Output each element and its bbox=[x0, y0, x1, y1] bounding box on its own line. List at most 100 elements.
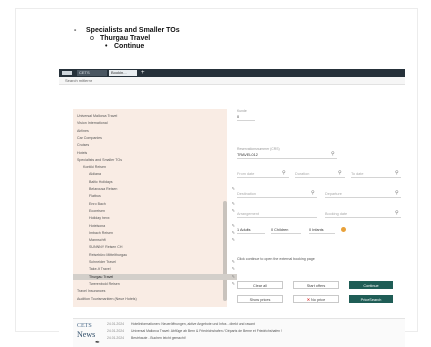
reservation-label: Reservationsnummer (CRS) bbox=[237, 147, 280, 151]
sidebar-item[interactable]: Specialists and Smaller TOs bbox=[73, 157, 225, 163]
edit-icon[interactable]: ✎ bbox=[232, 230, 235, 236]
customer-field[interactable]: 0 bbox=[237, 114, 255, 121]
clear-all-button[interactable]: Clear all bbox=[237, 281, 283, 289]
continue-button[interactable]: Continue bbox=[349, 281, 393, 289]
outline-level-3: Continue bbox=[74, 43, 180, 51]
children-field[interactable]: 0 Children bbox=[271, 227, 301, 234]
calendar-icon[interactable]: ⚲ bbox=[282, 170, 286, 176]
sidebar-item[interactable]: Schneider Travel ✎ bbox=[73, 259, 237, 265]
sidebar-item[interactable]: SUNNNY Reisen CH bbox=[73, 244, 237, 250]
title-bar: CETS Bookin... + bbox=[59, 69, 405, 77]
sidebar-item[interactable]: Mannschft ✎ bbox=[73, 237, 237, 243]
news-text: Bestrhaute - Buchen leicht gemacht! bbox=[131, 336, 186, 340]
edit-icon[interactable]: ✎ bbox=[232, 266, 235, 272]
sidebar-item[interactable]: Baltic Holidays bbox=[73, 179, 237, 185]
sidebar-item-label: Travel Insurances bbox=[77, 289, 106, 294]
sidebar-item-label: Vision International bbox=[77, 121, 108, 126]
to-date-field[interactable]: To date bbox=[351, 171, 401, 178]
search-icon[interactable]: ⚲ bbox=[311, 190, 315, 196]
infants-field[interactable]: 0 Infants bbox=[309, 227, 335, 234]
info-icon[interactable] bbox=[341, 227, 346, 232]
news-panel: CETS News ✒ 24.01.2024 Hotelinformationen… bbox=[73, 318, 405, 347]
sidebar-item-label: Imbach Reisen bbox=[89, 230, 113, 235]
sidebar-item[interactable]: Twerenbold Reisen ✎ bbox=[73, 281, 237, 287]
sidebar-item[interactable]: Ecoreisen ✎ bbox=[73, 208, 237, 214]
sidebar-item[interactable]: Holiday hexx bbox=[73, 215, 237, 221]
sidebar-tree: Universal Mallorca Travel Vision Internat… bbox=[73, 109, 237, 307]
document-page: Specialists and Smaller TOs Thurgau Trav… bbox=[15, 8, 418, 347]
sidebar-item-label: Cruises bbox=[77, 143, 90, 148]
sidebar-item[interactable]: Imbach Reisen ✎ bbox=[73, 230, 237, 236]
adults-field[interactable]: 1 Adults bbox=[237, 227, 265, 234]
app-logo-icon bbox=[62, 71, 72, 75]
edit-icon[interactable]: ✎ bbox=[232, 259, 235, 265]
sidebar-item-label: SUNNNY Reisen CH bbox=[89, 245, 123, 250]
calendar-icon[interactable]: ⚲ bbox=[395, 170, 399, 176]
sidebar-item-label: Car Companies bbox=[77, 135, 102, 140]
departure-field[interactable]: Departure bbox=[325, 191, 401, 198]
calendar-icon[interactable]: ⚲ bbox=[395, 210, 399, 216]
sidebar-item[interactable]: Aldiana bbox=[73, 171, 237, 177]
sidebar-item-label: Kontiki Reisen bbox=[83, 165, 106, 170]
sidebar-item[interactable]: Hotels bbox=[73, 150, 225, 156]
price-search-button[interactable]: PriceSearch bbox=[349, 295, 393, 303]
edit-icon[interactable]: ✎ bbox=[232, 208, 235, 214]
edit-icon[interactable]: ✎ bbox=[232, 201, 235, 207]
sidebar-item-label: Hotels bbox=[77, 150, 88, 155]
news-item[interactable]: 24.01.2024 Bestrhaute - Buchen leicht gem… bbox=[107, 336, 186, 340]
show-prices-button[interactable]: Show prices bbox=[237, 295, 283, 303]
sidebar-item[interactable]: Cruises bbox=[73, 142, 225, 148]
destination-field[interactable]: Destination bbox=[237, 191, 317, 198]
sidebar-item[interactable]: Vision International bbox=[73, 120, 225, 126]
edit-icon[interactable]: ✎ bbox=[232, 274, 235, 280]
sidebar-item[interactable]: Universal Mallorca Travel bbox=[73, 113, 225, 119]
app-screenshot: CETS Bookin... + Search mitlernr Univers… bbox=[59, 69, 405, 347]
sidebar-item-label: Aldiana bbox=[89, 172, 101, 177]
sidebar-item[interactable]: Belarousa Reisen ✎ bbox=[73, 186, 237, 192]
sidebar-item[interactable]: Kontiki Reisen bbox=[73, 164, 231, 170]
edit-icon[interactable]: ✎ bbox=[232, 237, 235, 243]
sidebar-item-label: Holiday hexx bbox=[89, 216, 110, 221]
reservation-field[interactable]: TRAVEL012 bbox=[237, 152, 337, 159]
sidebar-item[interactable]: Car Companies bbox=[73, 135, 225, 141]
sidebar-item[interactable]: Reisebüro Mittelthurgau bbox=[73, 252, 237, 258]
news-date: 24.01.2024 bbox=[107, 329, 124, 333]
sidebar-item-label: Ecoreisen bbox=[89, 208, 105, 213]
sidebar-item-label: Mannschft bbox=[89, 238, 106, 243]
sidebar-item[interactable]: Flatbus bbox=[73, 193, 237, 199]
news-date: 24.01.2024 bbox=[107, 322, 124, 326]
news-item[interactable]: 24.01.2024 Hotelinformationen: Neueröffnu… bbox=[107, 322, 255, 326]
outline: Specialists and Smaller TOs Thurgau Trav… bbox=[74, 27, 180, 51]
edit-icon[interactable]: ✎ bbox=[232, 186, 235, 192]
booking-date-field[interactable]: Booking date bbox=[325, 211, 401, 218]
outline-level-2: Thurgau Travel bbox=[74, 35, 180, 43]
no-price-label: No price bbox=[311, 298, 326, 302]
no-price-button[interactable]: ✕ No price bbox=[293, 295, 339, 303]
sidebar-item[interactable]: Audition Tourismarkten (Neue Hotels) bbox=[73, 296, 225, 302]
add-tab-button[interactable]: + bbox=[141, 69, 145, 77]
sidebar-item[interactable]: Airlines bbox=[73, 128, 225, 134]
sidebar-item[interactable]: Enro Bach ✎ bbox=[73, 201, 237, 207]
sidebar-item[interactable]: Take-It Travel ✎ bbox=[73, 266, 237, 272]
news-text: Hotelinformationen: Neueröffnungen, akti… bbox=[131, 322, 255, 326]
sidebar-item[interactable]: Travel Insurances bbox=[73, 288, 225, 294]
edit-icon[interactable]: ✎ bbox=[232, 223, 235, 229]
search-icon[interactable]: ⚲ bbox=[331, 151, 335, 157]
sidebar-item-selected[interactable]: Thurgau Travel ✎ bbox=[73, 273, 237, 280]
news-item[interactable]: 24.01.2024 Universal Mallorca Travel: Abf… bbox=[107, 329, 282, 333]
sidebar-item-label: Thurgau Travel bbox=[89, 274, 114, 279]
search-icon[interactable]: ⚲ bbox=[395, 190, 399, 196]
sidebar-item-label: Twerenbold Reisen bbox=[89, 281, 120, 286]
sidebar-item-label: Audition Tourismarkten (Neue Hotels) bbox=[77, 296, 137, 301]
sidebar-item-label: Belarousa Reisen bbox=[89, 187, 118, 191]
arrangement-field[interactable]: Arrangement bbox=[237, 211, 317, 218]
tab-booking[interactable]: Bookin... bbox=[109, 70, 137, 76]
search-bar[interactable]: Search mitlernr bbox=[59, 77, 405, 85]
dropdown-icon[interactable]: ⚲ bbox=[338, 170, 342, 176]
start-offers-button[interactable]: Start offers bbox=[293, 281, 339, 289]
tab-cets[interactable]: CETS bbox=[77, 70, 107, 76]
edit-icon[interactable]: ✎ bbox=[232, 281, 235, 287]
news-text: Universal Mallorca Travel: Abflüge ab Be… bbox=[131, 329, 282, 333]
sidebar-item[interactable]: Hotelsona ✎ bbox=[73, 223, 237, 229]
status-message: Click continue to open the external book… bbox=[237, 257, 315, 261]
